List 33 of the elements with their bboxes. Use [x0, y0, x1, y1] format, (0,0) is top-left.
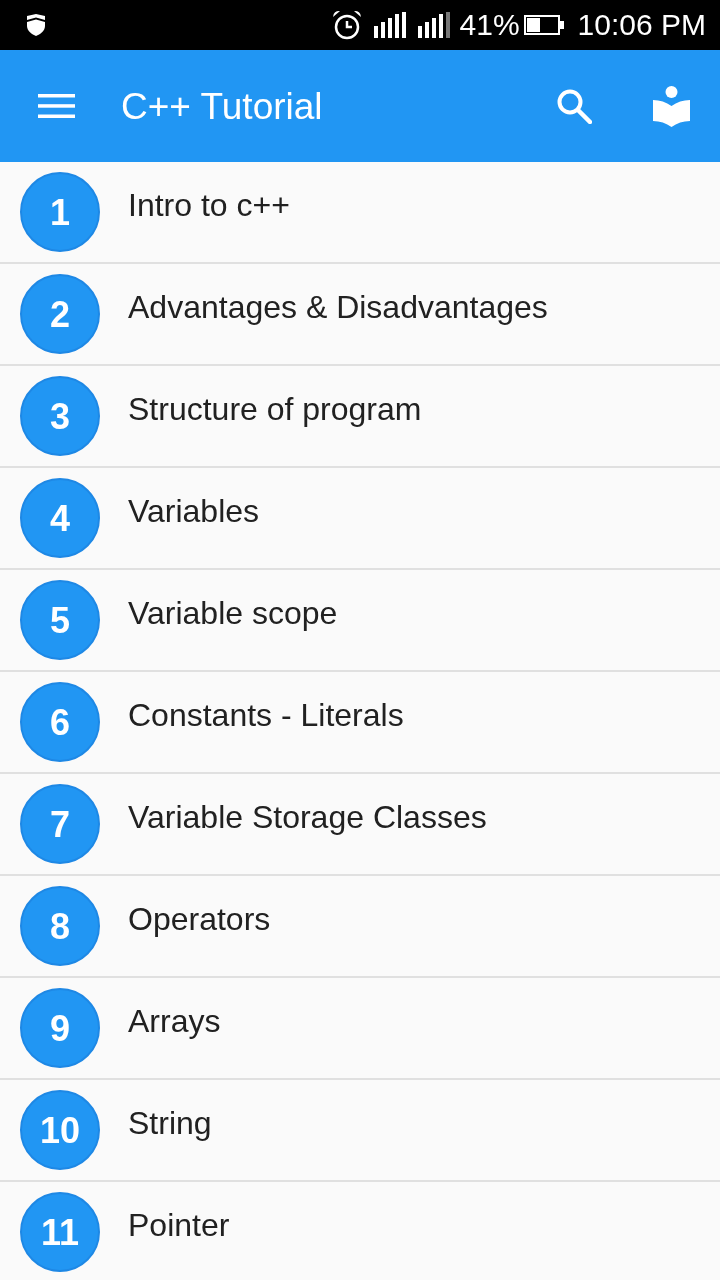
lesson-number: 2 — [20, 274, 100, 354]
lesson-title: Advantages & Disadvantages — [128, 291, 548, 323]
battery-icon — [523, 15, 564, 35]
lesson-number: 9 — [20, 988, 100, 1068]
lesson-number: 1 — [20, 172, 100, 252]
signal-icon — [417, 12, 450, 38]
search-icon[interactable] — [557, 88, 592, 124]
lesson-title: Structure of program — [128, 393, 422, 425]
lesson-title: String — [128, 1107, 212, 1139]
lesson-title: Constants - Literals — [128, 699, 404, 731]
lesson-title: Operators — [128, 903, 271, 935]
lesson-title: Pointer — [128, 1209, 230, 1241]
shield-icon — [26, 14, 46, 36]
lesson-title: Intro to c++ — [128, 189, 290, 221]
alarm-clock-icon — [331, 10, 362, 40]
lesson-number: 11 — [20, 1192, 100, 1272]
lesson-title: Variable Storage Classes — [128, 801, 487, 833]
lesson-number: 10 — [20, 1090, 100, 1170]
signal-icon — [373, 12, 406, 38]
battery-percent: 41% — [459, 10, 520, 40]
lesson-title: Arrays — [128, 1005, 221, 1037]
lesson-number: 3 — [20, 376, 100, 456]
app-title: C++ Tutorial — [121, 87, 323, 125]
lesson-title: Variables — [128, 495, 260, 527]
clock-time: 10:06 PM — [577, 10, 706, 40]
lesson-number: 5 — [20, 580, 100, 660]
lesson-number: 8 — [20, 886, 100, 966]
lesson-number: 6 — [20, 682, 100, 762]
menu-icon[interactable] — [38, 94, 75, 118]
lesson-number: 7 — [20, 784, 100, 864]
lesson-number: 4 — [20, 478, 100, 558]
reader-icon[interactable] — [653, 85, 690, 127]
lesson-title: Variable scope — [128, 597, 338, 629]
